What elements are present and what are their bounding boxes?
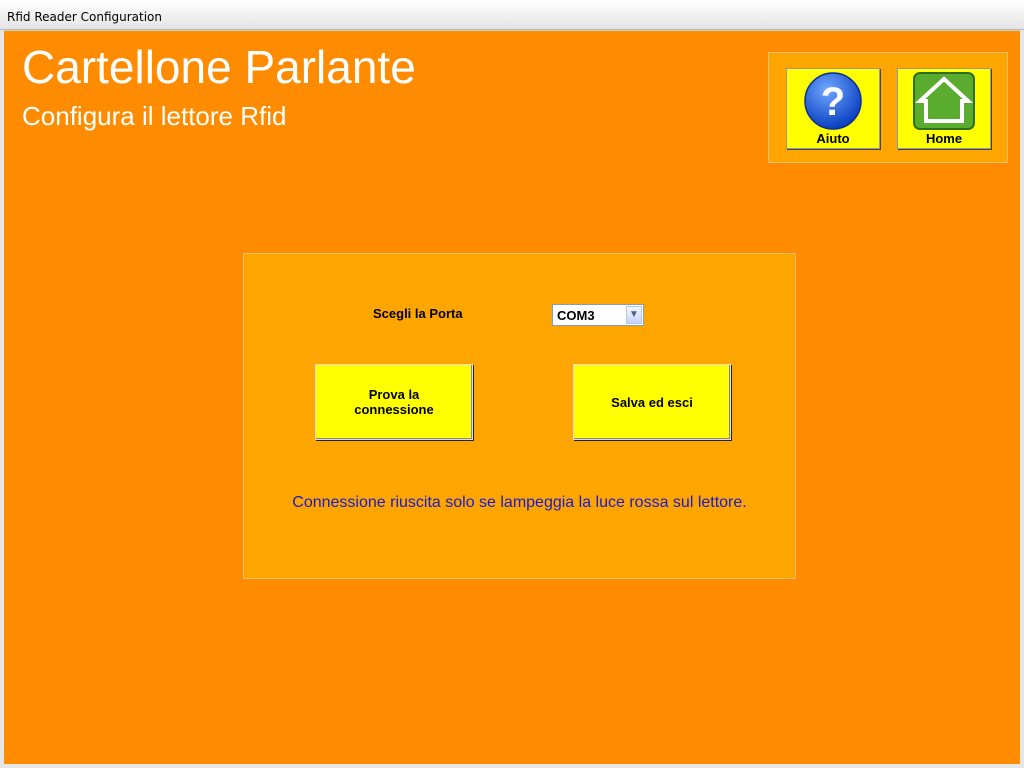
window-frame-right — [1020, 30, 1024, 768]
nav-panel: ? Aiuto Home — [768, 52, 1008, 163]
window-frame-bottom — [0, 764, 1024, 768]
app-title: Cartellone Parlante — [22, 41, 416, 93]
test-connection-button[interactable]: Prova la connessione — [315, 364, 473, 440]
svg-text:?: ? — [821, 80, 845, 124]
port-select-value: COM3 — [557, 308, 595, 323]
home-button-label: Home — [925, 131, 963, 146]
window-titlebar[interactable]: Rfid Reader Configuration — [0, 0, 1024, 30]
question-icon: ? — [804, 72, 862, 130]
help-button[interactable]: ? Aiuto — [786, 68, 880, 149]
port-label: Scegli la Porta — [373, 306, 463, 321]
help-button-label: Aiuto — [816, 131, 850, 146]
home-button[interactable]: Home — [897, 68, 991, 149]
save-and-exit-button[interactable]: Salva ed esci — [573, 364, 731, 440]
page-subtitle: Configura il lettore Rfid — [22, 101, 287, 131]
app-client-area: Cartellone Parlante Configura il lettore… — [4, 31, 1020, 764]
configuration-panel: Scegli la Porta COM3 ▼ Prova la connessi… — [243, 253, 796, 579]
window-title: Rfid Reader Configuration — [7, 10, 162, 24]
connection-note: Connessione riuscita solo se lampeggia l… — [292, 494, 747, 511]
home-icon — [913, 72, 975, 130]
port-select[interactable]: COM3 ▼ — [552, 304, 644, 326]
chevron-down-icon[interactable]: ▼ — [626, 306, 642, 324]
